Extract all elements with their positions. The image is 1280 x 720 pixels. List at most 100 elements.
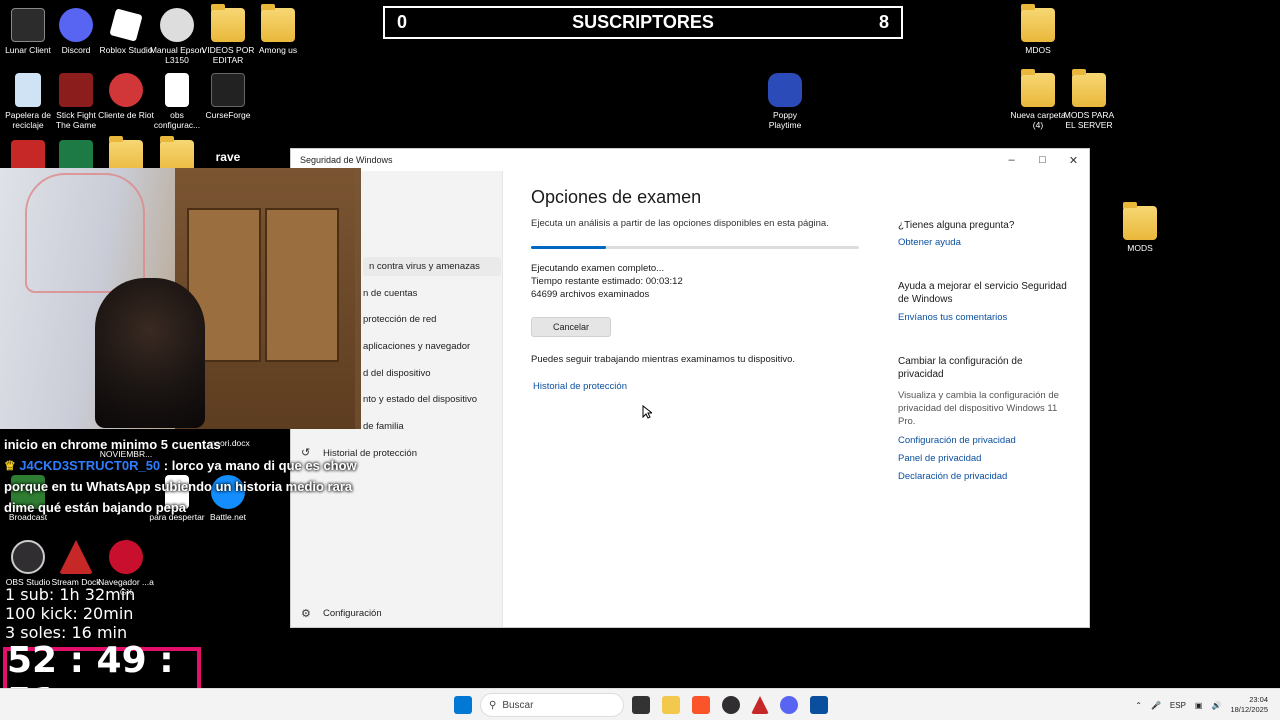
stream-dock-taskbar-icon[interactable] [751, 696, 769, 714]
start-icon[interactable] [454, 696, 472, 714]
nav-item-settings[interactable]: Configuración [323, 608, 382, 619]
desktop-icon-obs-config[interactable]: obs configurac... [149, 73, 205, 130]
document-icon [160, 8, 194, 42]
subscriber-banner: 0 SUSCRIPTORES 8 [383, 6, 903, 39]
desktop-icon-epson-manual[interactable]: Manual Epson L3150 [149, 8, 205, 65]
nav-item-network[interactable]: protección de red [363, 314, 436, 325]
goal-line: 100 kick: 20min [5, 604, 134, 623]
desktop-icon-poppy-playtime[interactable]: Poppy Playtime [757, 73, 813, 130]
webcam-overlay [0, 168, 361, 429]
improve-heading: Ayuda a mejorar el servicio Seguridad de… [898, 281, 1067, 305]
stream-dock-icon [59, 540, 93, 574]
privacy-heading: Cambiar la configuración de privacidad [898, 356, 1023, 380]
scan-status: Ejecutando examen completo... [531, 263, 665, 274]
desktop-icon-mods-server[interactable]: MODS PARA EL SERVER [1061, 69, 1117, 130]
window-titlebar: Seguridad de Windows – □ ✕ [291, 149, 1089, 171]
network-icon[interactable]: ▣ [1195, 701, 1203, 710]
folder-icon [1021, 69, 1055, 107]
nav-item-virus-protection[interactable]: n contra virus y amenazas [363, 257, 501, 276]
desktop-icon-among-us[interactable]: Among us [250, 4, 306, 55]
page-description: Ejecuta un análisis a partir de las opci… [531, 218, 829, 229]
desktop: Lunar Client Discord Roblox Studio Manua… [0, 0, 1280, 720]
get-help-link[interactable]: Obtener ayuda [898, 237, 1068, 248]
gear-icon: ⚙ [301, 608, 311, 620]
taskbar: ⚲ Buscar ⌃ 🎤 ESP ▣ 🔊 23:04 18/12/2025 [0, 688, 1280, 720]
task-view-icon[interactable] [632, 696, 650, 714]
microphone-icon[interactable]: 🎤 [1151, 701, 1161, 710]
banner-right-count: 8 [878, 12, 889, 32]
window-title: Seguridad de Windows [300, 155, 393, 165]
file-explorer-icon[interactable] [662, 696, 680, 714]
folder-icon [1123, 202, 1157, 240]
chat-overlay: inicio en chrome minimo 5 cuentas ♕ J4CK… [4, 434, 364, 518]
search-icon: ⚲ [489, 699, 497, 711]
windows-security-window: Seguridad de Windows – □ ✕ n contra viru… [290, 148, 1090, 628]
chat-username: J4CKD3STRUCT0R_50 [19, 458, 161, 473]
search-placeholder: Buscar [502, 699, 534, 711]
maximize-button[interactable]: □ [1027, 149, 1058, 171]
windows-security-taskbar-icon[interactable] [810, 696, 828, 714]
stream-goals: 1 sub: 1h 32min 100 kick: 20min 3 soles:… [5, 585, 135, 642]
folder-icon [1072, 69, 1106, 107]
desktop-icon-stick-fight[interactable]: Stick Fight The Game [48, 73, 104, 130]
nav-item-device-security[interactable]: d del dispositivo [363, 368, 431, 379]
desktop-icon-mdos[interactable]: MDOS [1010, 4, 1066, 55]
scan-progress-bar [531, 246, 859, 249]
nav-item-accounts[interactable]: n de cuentas [363, 288, 417, 299]
page-title: Opciones de examen [531, 187, 702, 207]
curseforge-icon [211, 73, 245, 107]
wall-drawing [25, 173, 145, 293]
stick-fight-icon [59, 73, 93, 107]
goal-line: 1 sub: 1h 32min [5, 585, 136, 604]
nav-item-device-health[interactable]: nto y estado del dispositivo [363, 394, 477, 405]
question-heading: ¿Tienes alguna pregunta? [898, 220, 1015, 231]
desktop-icon-mods[interactable]: MODS [1112, 202, 1168, 253]
privacy-dashboard-link[interactable]: Panel de privacidad [898, 453, 1068, 464]
protection-history-link[interactable]: Historial de protección [533, 381, 871, 392]
obs-icon [11, 540, 45, 574]
volume-icon[interactable]: 🔊 [1211, 701, 1221, 710]
cancel-button[interactable]: Cancelar [531, 317, 611, 337]
brave-icon[interactable] [692, 696, 710, 714]
desktop-icon-discord[interactable]: Discord [48, 8, 104, 55]
nav-item-app-browser[interactable]: aplicaciones y navegador [363, 341, 470, 352]
clock[interactable]: 23:04 18/12/2025 [1230, 695, 1268, 715]
discord-icon [59, 8, 93, 42]
privacy-description: Visualiza y cambia la configuración de p… [898, 390, 1059, 427]
desktop-icon-nueva-carpeta[interactable]: Nueva carpeta (4) [1010, 69, 1066, 130]
desktop-icon-riot[interactable]: Cliente de Riot [98, 73, 154, 120]
riot-icon [109, 73, 143, 107]
desktop-icon-curseforge[interactable]: CurseForge [200, 73, 256, 120]
poppy-playtime-icon [768, 73, 802, 107]
privacy-settings-link[interactable]: Configuración de privacidad [898, 435, 1068, 446]
system-tray: ⌃ 🎤 ESP ▣ 🔊 23:04 18/12/2025 [1135, 695, 1268, 715]
discord-taskbar-icon[interactable] [780, 696, 798, 714]
minimize-button[interactable]: – [996, 149, 1027, 171]
streamer [95, 278, 205, 428]
language-indicator[interactable]: ESP [1170, 701, 1186, 710]
desktop-icon-roblox[interactable]: Roblox Studio [98, 8, 154, 55]
document-icon [165, 73, 189, 107]
privacy-statement-link[interactable]: Declaración de privacidad [898, 471, 1068, 482]
opera-gx-icon [109, 540, 143, 574]
lunar-client-icon [11, 8, 45, 42]
mouse-cursor-icon [642, 405, 652, 419]
desktop-icon-videos-folder[interactable]: VIDEOS POR EDITAR [200, 4, 256, 65]
nav-item-family[interactable]: de familia [363, 421, 404, 432]
feedback-link[interactable]: Envíanos tus comentarios [898, 312, 1068, 323]
desktop-icon-stream-dock[interactable]: Stream Dock [48, 540, 104, 587]
scan-options-panel: Opciones de examen Ejecuta un análisis a… [531, 187, 871, 392]
close-button[interactable]: ✕ [1058, 149, 1089, 171]
folder-icon [1021, 4, 1055, 42]
chat-line: inicio en chrome minimo 5 cuentas [4, 437, 221, 452]
obs-taskbar-icon[interactable] [722, 696, 740, 714]
chevron-up-icon[interactable]: ⌃ [1135, 701, 1142, 710]
clock-date: 18/12/2025 [1230, 705, 1268, 714]
folder-icon [211, 4, 245, 42]
keep-working-text: Puedes seguir trabajando mientras examin… [531, 354, 796, 365]
scan-progress-fill [531, 246, 607, 249]
taskbar-search[interactable]: ⚲ Buscar [480, 693, 624, 717]
folder-icon [261, 4, 295, 42]
banner-left-count: 0 [397, 12, 408, 32]
chat-message: ♕ J4CKD3STRUCT0R_50 : lorco ya mano di q… [4, 455, 364, 518]
